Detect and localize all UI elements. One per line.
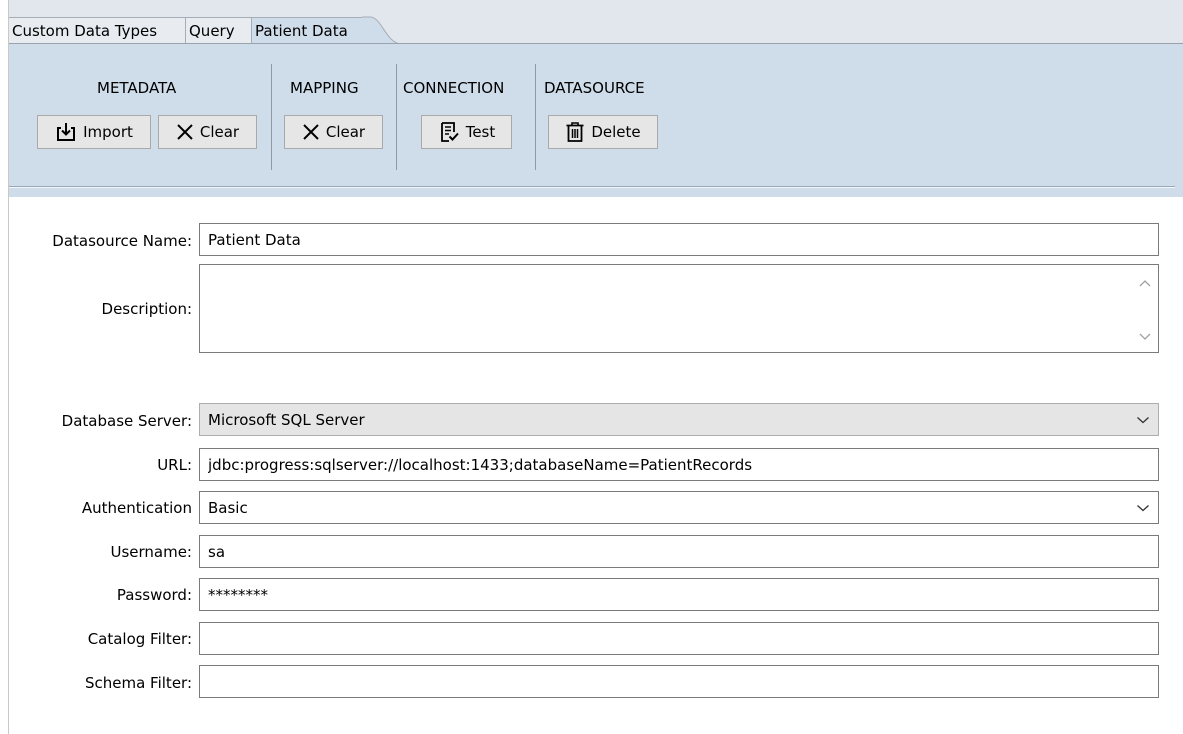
username-label: Username:: [110, 543, 192, 561]
description-textarea[interactable]: [199, 264, 1159, 353]
mapping-clear-button-label: Clear: [325, 123, 366, 141]
scroll-up-arrow-icon[interactable]: [1138, 278, 1152, 288]
clear-x-icon: [177, 124, 193, 140]
catalog-filter-label: Catalog Filter:: [87, 630, 192, 648]
catalog-filter-input[interactable]: [199, 622, 1159, 655]
import-button-label: Import: [83, 123, 133, 141]
mapping-clear-button[interactable]: Clear: [284, 115, 383, 149]
tab-custom-data-types[interactable]: Custom Data Types: [9, 17, 185, 44]
schema-filter-input[interactable]: [199, 665, 1159, 698]
authentication-select[interactable]: Basic: [199, 491, 1159, 524]
group-title-datasource: DATASOURCE: [544, 79, 645, 97]
group-title-metadata: METADATA: [97, 79, 177, 97]
group-title-mapping: MAPPING: [290, 79, 359, 97]
trash-icon: [566, 122, 584, 142]
url-label: URL:: [157, 456, 192, 474]
schema-filter-label: Schema Filter:: [84, 674, 192, 692]
delete-button-label: Delete: [591, 123, 641, 141]
authentication-label: Authentication: [81, 499, 192, 517]
password-input[interactable]: [199, 578, 1159, 611]
authentication-value: Basic: [208, 498, 248, 517]
group-title-connection: CONNECTION: [403, 79, 505, 97]
ribbon-bottom-highlight: [9, 187, 1175, 188]
database-server-select[interactable]: Microsoft SQL Server: [199, 403, 1159, 436]
tab-query[interactable]: Query: [185, 17, 251, 44]
ribbon-group-separator: [535, 64, 536, 170]
ribbon-group-separator: [396, 64, 397, 170]
delete-datasource-button[interactable]: Delete: [548, 115, 658, 149]
description-label: Description:: [101, 300, 192, 318]
datasource-name-label: Datasource Name:: [52, 232, 192, 250]
username-input[interactable]: [199, 535, 1159, 568]
database-server-label: Database Server:: [61, 412, 192, 430]
scroll-down-arrow-icon[interactable]: [1138, 332, 1152, 342]
clear-x-icon: [303, 124, 319, 140]
tab-patient-data[interactable]: Patient Data: [251, 17, 371, 44]
import-icon: [57, 123, 76, 141]
password-label: Password:: [116, 586, 192, 604]
datasource-name-input[interactable]: [199, 223, 1159, 256]
chevron-down-icon: [1137, 504, 1149, 511]
test-checklist-icon: [440, 122, 459, 142]
chevron-down-icon: [1137, 416, 1149, 423]
metadata-clear-button-label: Clear: [199, 123, 240, 141]
url-input[interactable]: [199, 448, 1159, 481]
test-button-label: Test: [465, 123, 496, 141]
metadata-clear-button[interactable]: Clear: [158, 115, 257, 149]
database-server-value: Microsoft SQL Server: [208, 410, 365, 429]
tab-curve-decoration: [362, 16, 422, 45]
import-button[interactable]: Import: [37, 115, 151, 149]
ribbon-group-separator: [271, 64, 272, 170]
test-connection-button[interactable]: Test: [421, 115, 512, 149]
